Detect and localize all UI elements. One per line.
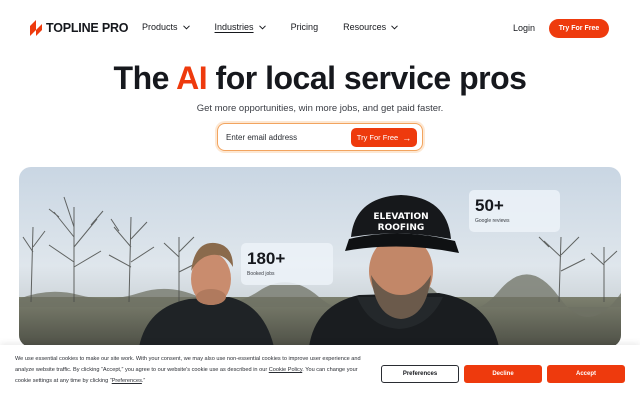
try-for-free-hero-button[interactable]: Try For Free → bbox=[351, 128, 417, 147]
hero-title-accent: AI bbox=[176, 60, 208, 96]
top-nav: TOPLINE PRO Products Industries Pricing … bbox=[0, 0, 640, 56]
cookie-banner: We use essential cookies to make our sit… bbox=[0, 345, 640, 400]
stat-value: 50+ bbox=[475, 196, 504, 215]
accept-button[interactable]: Accept bbox=[547, 365, 625, 383]
cap-text-line1: ELEVATION bbox=[373, 212, 428, 222]
nav-item-pricing[interactable]: Pricing bbox=[291, 22, 319, 32]
stat-card-booked-jobs: 180+ Booked jobs bbox=[241, 243, 333, 285]
preferences-button[interactable]: Preferences bbox=[381, 365, 459, 383]
brand-name: TOPLINE PRO bbox=[46, 21, 129, 35]
chevron-down-icon bbox=[182, 24, 190, 30]
cookie-text-part3: .” bbox=[141, 378, 146, 384]
hero-title-start: The bbox=[113, 60, 177, 96]
chevron-down-icon bbox=[391, 24, 398, 30]
nav-links: Products Industries Pricing Resources bbox=[142, 22, 423, 32]
hero-title: The AI for local service pros bbox=[0, 58, 640, 98]
hero-subtitle: Get more opportunities, win more jobs, a… bbox=[196, 103, 444, 114]
stat-value: 180+ bbox=[247, 249, 286, 268]
decline-button[interactable]: Decline bbox=[464, 365, 542, 383]
cookie-policy-link[interactable]: Cookie Policy bbox=[269, 367, 302, 373]
logo-mark-icon bbox=[30, 20, 42, 36]
hero-title-end: for local service pros bbox=[207, 60, 527, 96]
preferences-link[interactable]: Preferences bbox=[112, 378, 142, 384]
arrow-right-icon: → bbox=[402, 132, 412, 143]
nav-item-label: Pricing bbox=[290, 22, 319, 32]
stat-card-google-reviews: 50+ Google reviews bbox=[469, 190, 560, 232]
try-for-free-nav-button[interactable]: Try For Free bbox=[549, 19, 609, 38]
email-signup-form: Try For Free → bbox=[217, 123, 423, 151]
logo[interactable]: TOPLINE PRO bbox=[30, 20, 129, 36]
cookie-message: We use essential cookies to make our sit… bbox=[15, 354, 375, 387]
email-input[interactable] bbox=[226, 130, 346, 145]
chevron-down-icon bbox=[258, 24, 266, 30]
nav-item-resources[interactable]: Resources bbox=[343, 22, 398, 32]
nav-item-label: Products bbox=[142, 22, 178, 32]
nav-item-label: Industries bbox=[214, 22, 254, 32]
hero-photo: ELEVATION ROOFING 180+ Booked jobs 50+ G… bbox=[19, 167, 621, 347]
login-link[interactable]: Login bbox=[513, 23, 535, 33]
cap-text-line2: ROOFING bbox=[378, 223, 425, 233]
try-for-free-hero-label: Try For Free bbox=[356, 133, 399, 142]
nav-item-products[interactable]: Products bbox=[142, 22, 190, 32]
nav-item-industries[interactable]: Industries bbox=[215, 22, 266, 32]
stat-label: Google reviews bbox=[475, 218, 510, 224]
stat-label: Booked jobs bbox=[247, 271, 275, 277]
nav-item-label: Resources bbox=[343, 22, 387, 32]
